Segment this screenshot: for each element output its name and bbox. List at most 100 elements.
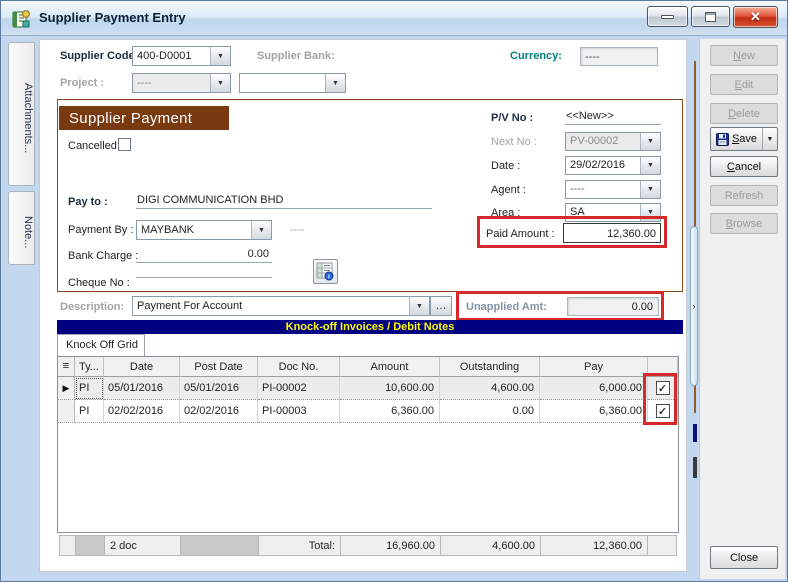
unapplied-amt-label: Unapplied Amt: (466, 301, 547, 313)
description-label: Description: (60, 301, 124, 313)
payment-by-value: MAYBANK (137, 221, 251, 239)
checked-checkbox[interactable]: ✓ (656, 381, 670, 395)
col-post-date[interactable]: Post Date (180, 357, 258, 377)
chevron-down-icon[interactable]: ▼ (640, 133, 660, 150)
col-doc-no[interactable]: Doc No. (258, 357, 340, 377)
chevron-down-icon[interactable]: ▼ (640, 157, 660, 174)
refresh-button-label: Refresh (725, 190, 764, 202)
cell-post-date[interactable]: 05/01/2016 (180, 377, 258, 400)
save-button[interactable]: Save ▼ (710, 127, 778, 151)
browse-button-label: Browse (726, 218, 763, 230)
description-combo[interactable]: Payment For Account ▼ (132, 296, 430, 316)
chevron-down-icon[interactable]: ▼ (251, 221, 271, 239)
chevron-down-icon[interactable]: ▼ (325, 74, 345, 92)
browse-button[interactable]: Browse (710, 213, 778, 234)
next-no-combo[interactable]: PV-00002 ▼ (565, 132, 661, 151)
next-no-label: Next No : (491, 136, 537, 148)
pv-no-label: P/V No : (491, 112, 533, 124)
title-bar[interactable]: Supplier Payment Entry ✕ (1, 1, 787, 36)
outstanding-total: 4,600.00 (441, 536, 541, 555)
supplier-code-label: Supplier Code: (60, 50, 138, 62)
grid-header-row: ≡ Ty... Date Post Date Doc No. Amount Ou… (58, 357, 678, 377)
close-button[interactable]: Close (710, 546, 778, 569)
col-pay[interactable]: Pay (540, 357, 648, 377)
column-chooser-icon[interactable]: ≡ (58, 357, 75, 377)
cell-doc-no[interactable]: PI-00002 (258, 377, 340, 400)
main-content-panel: Supplier Code: 400-D0001 ▼ Supplier Bank… (39, 39, 687, 572)
cancel-button[interactable]: Cancel (710, 156, 778, 177)
save-dropdown-arrow[interactable]: ▼ (762, 128, 777, 150)
date-combo[interactable]: 29/02/2016 ▼ (565, 156, 661, 175)
cheque-book-format-button[interactable]: i (313, 259, 338, 284)
col-amount[interactable]: Amount (340, 357, 440, 377)
area-combo[interactable]: SA ▼ (565, 203, 661, 222)
cell-doc-no[interactable]: PI-00003 (258, 400, 340, 423)
footer-type-cell (76, 536, 105, 555)
cell-amount[interactable]: 6,360.00 (340, 400, 440, 423)
maximize-button[interactable] (691, 6, 730, 27)
minimize-button[interactable] (647, 6, 688, 27)
paid-amount-field[interactable]: 12,360.00 (563, 223, 661, 243)
splitter-collapse-icon[interactable]: › (693, 301, 696, 311)
knock-off-grid-tab[interactable]: Knock Off Grid (57, 334, 145, 356)
project-value: ---- (133, 74, 210, 92)
col-date[interactable]: Date (104, 357, 180, 377)
supplier-code-combo[interactable]: 400-D0001 ▼ (132, 46, 231, 66)
project-combo[interactable]: ---- ▼ (132, 73, 231, 93)
agent-combo[interactable]: ---- ▼ (565, 180, 661, 199)
cell-pay[interactable]: 6,360.00 (540, 400, 648, 423)
cell-date[interactable]: 05/01/2016 (104, 377, 180, 400)
cell-outstanding[interactable]: 0.00 (440, 400, 540, 423)
refresh-button[interactable]: Refresh (710, 185, 778, 206)
table-row[interactable]: PI 02/02/2016 02/02/2016 PI-00003 6,360.… (58, 400, 678, 423)
cell-type[interactable]: PI (75, 377, 104, 400)
bank-charge-field[interactable]: 0.00 (136, 248, 272, 263)
cell-amount[interactable]: 10,600.00 (340, 377, 440, 400)
cheque-no-label: Cheque No : (68, 277, 130, 289)
col-knock (648, 357, 678, 377)
panel-splitter[interactable]: › (690, 226, 698, 386)
edit-button[interactable]: Edit (710, 74, 778, 95)
clipped-navy-bar-edge (693, 424, 697, 442)
pay-to-label: Pay to : (68, 196, 108, 208)
note-side-tab[interactable]: Note... (8, 191, 35, 265)
cell-outstanding[interactable]: 4,600.00 (440, 377, 540, 400)
cell-type[interactable]: PI (75, 400, 104, 423)
payment-by-combo[interactable]: MAYBANK ▼ (136, 220, 272, 240)
cell-post-date[interactable]: 02/02/2016 (180, 400, 258, 423)
bank-charge-label: Bank Charge : (68, 250, 138, 262)
knock-checkbox-cell[interactable]: ✓ (648, 400, 678, 423)
supplier-bank-combo[interactable]: ▼ (239, 73, 346, 93)
supplier-bank-value (240, 74, 325, 92)
cell-pay[interactable]: 6,000.00 (540, 377, 648, 400)
knock-checkbox-cell[interactable]: ✓ (648, 377, 678, 400)
checked-checkbox[interactable]: ✓ (656, 404, 670, 418)
supplier-payment-entry-window: Supplier Payment Entry ✕ Attachments... … (0, 0, 788, 582)
area-value: SA (566, 204, 640, 221)
chevron-down-icon[interactable]: ▼ (210, 74, 230, 92)
chevron-down-icon[interactable]: ▼ (640, 204, 660, 221)
cell-date[interactable]: 02/02/2016 (104, 400, 180, 423)
new-button[interactable]: New (710, 45, 778, 66)
chevron-down-icon[interactable]: ▼ (409, 297, 429, 315)
row-selector (58, 400, 75, 423)
clipped-grid-edge (693, 457, 697, 478)
pay-to-field[interactable]: DIGI COMMUNICATION BHD (136, 194, 432, 209)
cancelled-checkbox[interactable] (118, 138, 131, 151)
ellipsis-icon: … (431, 297, 451, 315)
chevron-down-icon[interactable]: ▼ (640, 181, 660, 198)
col-outstanding[interactable]: Outstanding (440, 357, 540, 377)
col-type[interactable]: Ty... (75, 357, 104, 377)
chevron-down-icon[interactable]: ▼ (210, 47, 230, 65)
minimize-icon (661, 15, 674, 19)
new-button-label: New (733, 50, 755, 62)
table-row[interactable]: ▶ PI 05/01/2016 05/01/2016 PI-00002 10,6… (58, 377, 678, 400)
cheque-no-field[interactable] (136, 275, 272, 278)
close-button-label: Close (730, 552, 758, 564)
delete-button[interactable]: Delete (710, 103, 778, 124)
close-window-button[interactable]: ✕ (733, 6, 778, 28)
next-no-value: PV-00002 (566, 133, 640, 150)
footer-end-cell (648, 536, 676, 555)
attachments-side-tab[interactable]: Attachments... (8, 42, 35, 186)
description-more-button[interactable]: … (430, 296, 452, 316)
